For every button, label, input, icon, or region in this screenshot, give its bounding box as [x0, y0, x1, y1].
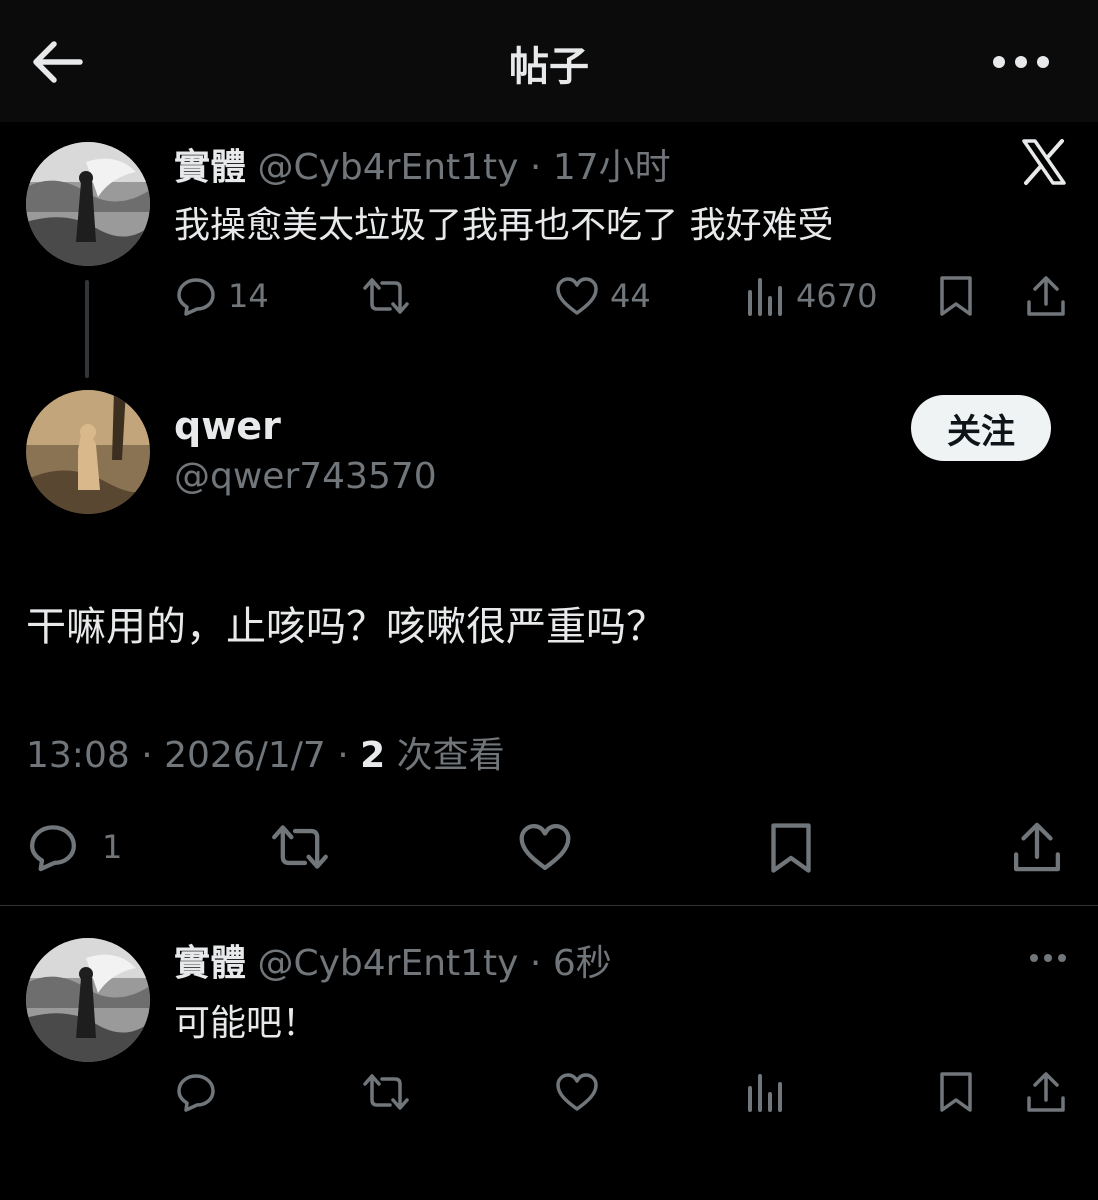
- post-date[interactable]: 2026/1/7: [164, 735, 326, 776]
- share-icon: [1027, 276, 1065, 316]
- separator: ·: [529, 147, 542, 188]
- post-text: 可能吧！: [174, 1003, 319, 1044]
- separator: ·: [141, 735, 153, 776]
- reply-count: 1: [102, 828, 123, 866]
- like-button[interactable]: [516, 820, 574, 874]
- views-button[interactable]: [746, 1070, 786, 1114]
- reply-button[interactable]: 1: [26, 820, 122, 874]
- bookmark-icon: [771, 823, 811, 873]
- views-icon: [748, 278, 782, 316]
- share-button[interactable]: [1010, 820, 1064, 874]
- like-icon: [519, 823, 571, 871]
- post-text: 我操愈美太垃圾了我再也不吃了 我好难受: [174, 205, 834, 246]
- post-header: 實體 @Cyb4rEnt1ty · 6秒: [174, 934, 612, 986]
- reply-icon: [29, 825, 77, 872]
- display-name[interactable]: qwer: [174, 404, 281, 448]
- reply-icon: [177, 278, 215, 316]
- bookmark-button[interactable]: [766, 820, 816, 876]
- bookmark-icon: [940, 1072, 972, 1112]
- retweet-button[interactable]: [270, 820, 330, 874]
- post-time[interactable]: 17小时: [553, 147, 671, 188]
- post-time[interactable]: 6秒: [553, 943, 612, 984]
- share-icon: [1027, 1072, 1065, 1112]
- thread-line: [85, 280, 89, 378]
- handle[interactable]: @qwer743570: [174, 456, 437, 497]
- bookmark-button[interactable]: [936, 274, 976, 318]
- share-icon: [1013, 822, 1061, 872]
- bookmark-button[interactable]: [936, 1070, 976, 1114]
- views-button[interactable]: 4670: [746, 274, 877, 318]
- page-title: 帖子: [509, 44, 589, 90]
- retweet-icon: [363, 1074, 409, 1110]
- like-count: 44: [610, 277, 651, 315]
- post-time[interactable]: 13:08: [26, 735, 130, 776]
- post-timestamp: 13:08 · 2026/1/7 · 2 次查看: [26, 726, 505, 778]
- share-button[interactable]: [1024, 274, 1068, 318]
- retweet-button[interactable]: [362, 274, 410, 318]
- view-label: 次查看: [385, 735, 505, 776]
- like-button[interactable]: 44: [554, 274, 651, 318]
- share-button[interactable]: [1024, 1070, 1068, 1114]
- avatar[interactable]: [26, 390, 150, 514]
- reply-button[interactable]: [174, 1070, 218, 1114]
- display-name[interactable]: 實體: [174, 943, 246, 984]
- top-bar: 帖子: [0, 0, 1098, 122]
- display-name[interactable]: 實體: [174, 147, 246, 188]
- more-icon[interactable]: [988, 40, 1054, 84]
- view-count: 2: [360, 735, 386, 776]
- handle[interactable]: @Cyb4rEnt1ty: [257, 147, 518, 188]
- follow-button[interactable]: 关注: [911, 395, 1051, 461]
- retweet-icon: [363, 278, 409, 314]
- like-icon: [556, 1073, 598, 1111]
- like-button[interactable]: [554, 1070, 600, 1114]
- handle[interactable]: @Cyb4rEnt1ty: [257, 943, 518, 984]
- avatar[interactable]: [26, 142, 150, 266]
- like-icon: [556, 277, 598, 315]
- post-text: 干嘛用的，止咳吗？咳嗽很严重吗？: [26, 604, 666, 650]
- x-logo-icon[interactable]: [1020, 138, 1068, 190]
- reply-count: 14: [228, 277, 269, 315]
- separator: ·: [337, 735, 349, 776]
- retweet-button[interactable]: [362, 1070, 410, 1114]
- view-count: 4670: [796, 277, 878, 315]
- divider: [0, 905, 1098, 906]
- views-icon: [748, 1074, 782, 1112]
- avatar[interactable]: [26, 938, 150, 1062]
- bookmark-icon: [940, 276, 972, 316]
- more-icon[interactable]: [1026, 944, 1070, 976]
- separator: ·: [529, 943, 542, 984]
- reply-icon: [177, 1074, 215, 1112]
- post-header: 實體 @Cyb4rEnt1ty · 17小时: [174, 138, 671, 190]
- retweet-icon: [272, 825, 328, 869]
- reply-button[interactable]: 14: [174, 274, 269, 318]
